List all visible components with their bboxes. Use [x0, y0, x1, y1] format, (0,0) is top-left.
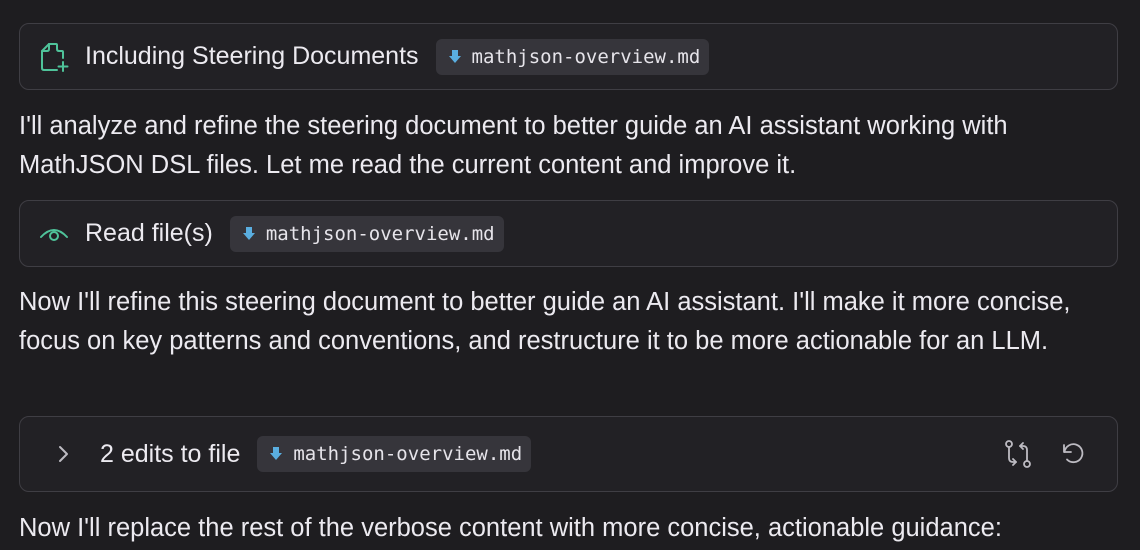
edit-actions [1001, 417, 1091, 491]
steering-documents-title: Including Steering Documents [85, 42, 419, 70]
markdown-file-icon [242, 226, 255, 240]
steering-documents-card: Including Steering Documents mathjson-ov… [19, 23, 1118, 90]
file-chip[interactable]: mathjson-overview.md [435, 38, 710, 75]
file-name: mathjson-overview.md [265, 222, 495, 245]
file-name: mathjson-overview.md [471, 45, 701, 68]
chat-panel: Including Steering Documents mathjson-ov… [0, 0, 1140, 550]
eye-icon [37, 217, 71, 251]
read-files-card: Read file(s) mathjson-overview.md [19, 200, 1118, 267]
file-chip[interactable]: mathjson-overview.md [257, 436, 532, 472]
file-chip[interactable]: mathjson-overview.md [229, 215, 504, 252]
chevron-right-icon[interactable] [53, 437, 73, 471]
file-name: mathjson-overview.md [293, 443, 523, 465]
assistant-message: Now I'll replace the rest of the verbose… [19, 514, 1002, 542]
file-plus-icon [37, 40, 71, 74]
edits-title: 2 edits to file [100, 439, 241, 468]
assistant-message: I'll analyze and refine the steering doc… [19, 112, 1008, 179]
edits-card[interactable]: 2 edits to file mathjson-overview.md [19, 416, 1118, 492]
markdown-file-icon [448, 49, 461, 63]
read-files-title: Read file(s) [85, 219, 213, 247]
assistant-message: Now I'll refine this steering document t… [19, 288, 1071, 355]
compare-icon[interactable] [1001, 437, 1035, 471]
markdown-file-icon [270, 447, 283, 460]
undo-icon[interactable] [1057, 437, 1091, 471]
